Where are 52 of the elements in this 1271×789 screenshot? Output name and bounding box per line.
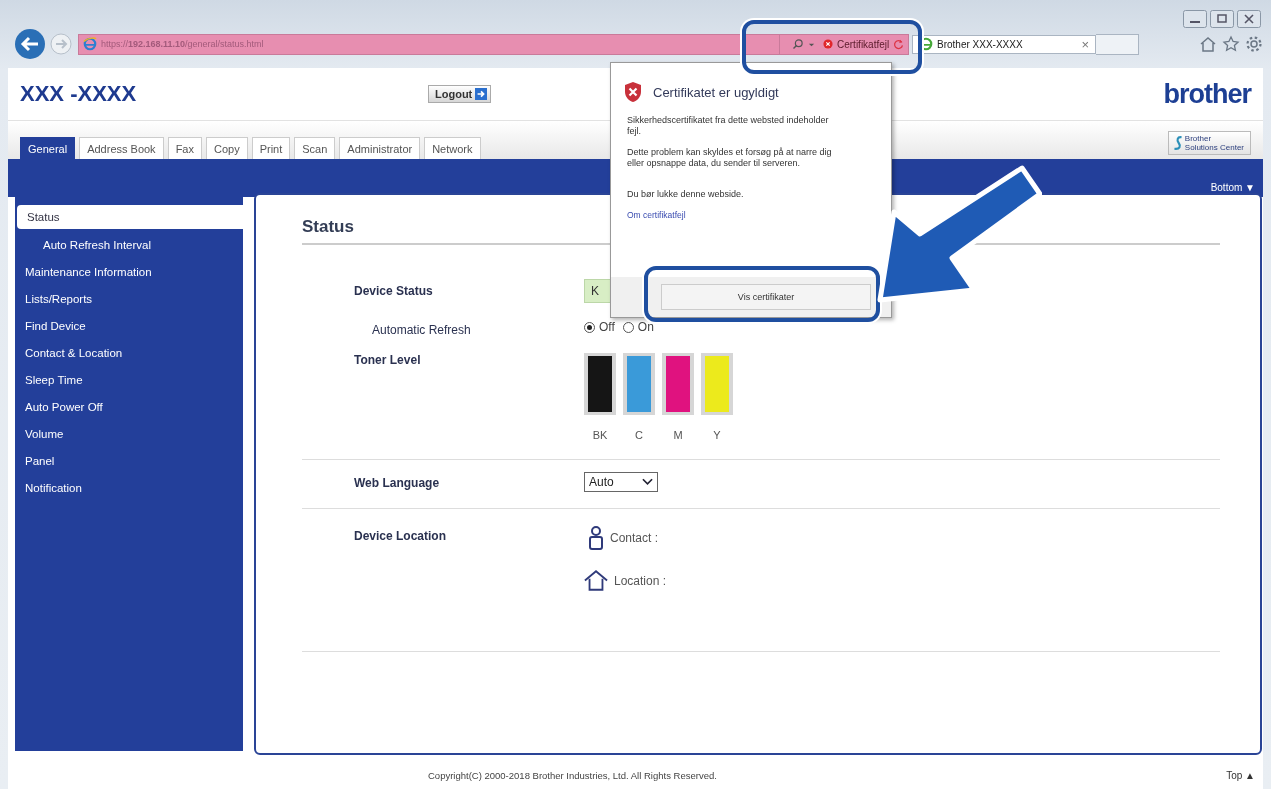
field-label: Web Language [354,476,441,490]
nav-tab[interactable]: Print [251,137,291,159]
view-certificates-button[interactable]: Vis certifikater [661,284,871,310]
nav-tab[interactable]: Fax [167,137,202,159]
radio-label: On [637,320,654,334]
sidebar-item[interactable]: Notification [15,475,243,502]
brand-logo: brother [1163,78,1251,110]
popup-text: Sikkerhedscertifikatet fra dette websted indeholder fejl. [627,115,830,137]
toner-label: C [635,429,643,441]
nav-tab[interactable]: Administrator [339,137,421,159]
field-label: Device Status [354,284,434,298]
sidebar-item[interactable]: Sleep Time [15,367,243,394]
sidebar-item[interactable]: Lists/Reports [15,286,243,313]
field-label: Automatic Refresh [371,323,472,337]
top-link[interactable]: Top ▲ [1226,769,1255,781]
contact-label: Contact : [610,531,659,545]
nav-tab[interactable]: Scan [294,137,336,159]
location-label: Location : [614,573,667,588]
bottom-link[interactable]: Bottom ▼ [1210,182,1255,193]
nav-tab[interactable]: General [20,137,76,159]
nav-tab[interactable]: Copy [205,137,248,159]
popup-title: Certifikatet er ugyldigt [653,84,779,100]
radio-label: Off [599,320,615,334]
tab-close-button[interactable]: × [1081,36,1089,52]
tab-title: Brother XXX-XXXX [937,38,1024,50]
button-label: Solutions Center [1184,143,1244,152]
sidebar-item[interactable]: Find Device [15,313,243,340]
sidebar-item[interactable]: Auto Refresh Interval [15,232,243,259]
toner-label: M [673,429,683,441]
nav-tab[interactable]: Address Book [79,137,164,159]
model-name: XXX -XXXX [20,81,138,107]
copyright-text: Copyright(C) 2000-2018 Brother Industries, Ltd. All Rights Reserved. [428,769,717,781]
language-select[interactable]: Auto [584,472,658,492]
logout-button[interactable]: Logout [428,85,492,103]
sidebar-item[interactable]: Maintenance Information [15,259,243,286]
field-label: Toner Level [354,353,422,367]
sidebar-item[interactable]: Contact & Location [15,340,243,367]
url-text: https://192.168.11.10/general/status.html [101,39,264,49]
sidebar-item[interactable]: Auto Power Off [15,394,243,421]
field-label: Device Location [354,529,448,543]
sidebar-item[interactable]: Volume [15,421,243,448]
status-value: K [584,279,612,303]
toner-label: BK [592,429,608,441]
sidebar-item[interactable]: Panel [15,448,243,475]
popup-text: Du bør lukke denne webside. [627,189,745,200]
browser-tab[interactable]: Brother XXX-XXXX × [912,34,1096,54]
nav-tab[interactable]: Network [424,137,481,159]
sidebar-item[interactable]: Status [17,205,243,229]
toner-label: Y [713,429,721,441]
button-label: Brother [1184,134,1213,143]
popup-text: Dette problem kan skyldes et forsøg på at narre dig eller opsnappe data, du sender til serveren. [627,147,833,169]
solutions-center-button[interactable]: Brother Solutions Center [1167,131,1251,155]
